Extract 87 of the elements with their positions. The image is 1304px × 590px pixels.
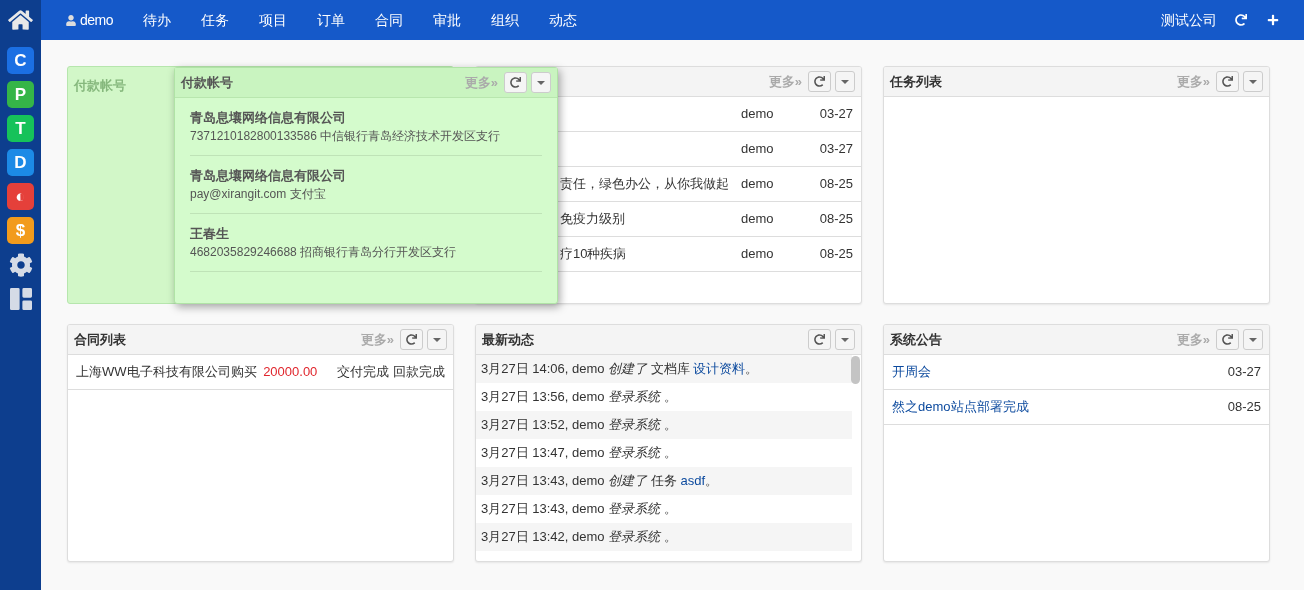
activity-entry: 3月27日 13:56, demo 登录系统 。 xyxy=(481,388,677,407)
caret-icon xyxy=(841,79,849,84)
activity-entry: 3月27日 13:43, demo 登录系统 。 xyxy=(481,500,677,519)
caret-icon xyxy=(433,337,441,342)
settings-icon[interactable] xyxy=(8,253,33,277)
account-detail: 4682035829246688 招商银行青岛分行开发区支行 xyxy=(190,244,458,262)
activity-entry: 3月27日 13:52, demo 登录系统 。 xyxy=(481,416,677,435)
nav-link[interactable]: 订单 xyxy=(317,9,376,31)
nav-link[interactable]: 动态 xyxy=(549,9,608,31)
caret-icon xyxy=(537,80,545,85)
news-title[interactable]: 责任，绿色办公，从你我做起 xyxy=(560,176,729,192)
panel-title: 最新动态 xyxy=(482,330,534,349)
dropdown-button[interactable] xyxy=(835,71,855,92)
nav-link[interactable]: 审批 xyxy=(433,9,492,31)
delivery-status: 交付完成 xyxy=(337,363,389,382)
notice-link[interactable]: 开周会 xyxy=(892,362,931,382)
news-author: demo xyxy=(741,210,775,229)
activity-entry: 3月27日 14:06, demo 创建了 文档库 设计资料。 xyxy=(481,360,759,379)
contract-amount: 20000.00 xyxy=(263,363,319,382)
add-icon[interactable] xyxy=(1267,14,1279,26)
nav-link[interactable]: 项目 xyxy=(259,9,318,31)
nav-link[interactable]: 任务 xyxy=(201,9,260,31)
app-icon[interactable]: C xyxy=(7,47,34,74)
news-date: 08-25 xyxy=(818,175,853,194)
refresh-icon xyxy=(510,77,521,88)
nav-link[interactable]: 组织 xyxy=(491,9,550,31)
panel-title: 合同列表 xyxy=(74,330,126,349)
news-author: demo xyxy=(741,175,775,194)
caret-icon xyxy=(1249,79,1257,84)
user-menu[interactable]: demo xyxy=(66,9,114,31)
panel-title: 付款帐号 xyxy=(181,73,233,92)
dropdown-button[interactable] xyxy=(531,72,551,93)
home-icon[interactable] xyxy=(8,9,33,31)
refresh-icon xyxy=(814,76,825,87)
account-name: 青岛息壤网络信息有限公司 xyxy=(190,166,347,185)
app-icon[interactable]: D xyxy=(7,149,34,176)
news-date: 03-27 xyxy=(818,105,853,124)
activity-link[interactable]: asdf xyxy=(680,473,705,489)
account-name: 青岛息壤网络信息有限公司 xyxy=(190,108,347,127)
account-name: 王春生 xyxy=(190,224,230,243)
dragged-panel[interactable]: 付款帐号 更多» 青岛息壤网络信息有限公司 7371210182800133586 中信银行青岛经济技术开发区支行 青岛息壤网络信息有限公司 pay@xirangit.com 支付宝 王春生 4682035829246688 招商银行青岛分行开发区支行 xyxy=(174,67,558,304)
refresh-button[interactable] xyxy=(400,329,423,350)
refresh-button[interactable] xyxy=(504,72,527,93)
caret-icon xyxy=(1249,337,1257,342)
news-author: demo xyxy=(741,105,775,124)
app-icon[interactable]: ◐ xyxy=(7,183,34,210)
dropdown-button[interactable] xyxy=(835,329,855,350)
notice-date: 08-25 xyxy=(1227,398,1261,417)
news-author: demo xyxy=(741,245,775,264)
activity-entry: 3月27日 13:42, demo 登录系统 。 xyxy=(481,528,677,547)
activity-entry: 3月27日 13:47, demo 登录系统 。 xyxy=(481,444,677,463)
refresh-button[interactable] xyxy=(808,71,831,92)
grid-icon[interactable] xyxy=(7,288,34,310)
activity-link[interactable]: 设计资料 xyxy=(693,361,746,377)
refresh-icon xyxy=(814,334,825,345)
nav-link[interactable]: 合同 xyxy=(375,9,434,31)
refresh-button[interactable] xyxy=(1216,329,1239,350)
news-title[interactable]: 免疫力级别 xyxy=(560,211,625,227)
contract-name[interactable]: 上海WW电子科技有限公司购买 xyxy=(76,362,264,382)
refresh-button[interactable] xyxy=(808,329,831,350)
news-author: demo xyxy=(741,140,775,159)
user-icon xyxy=(66,14,76,26)
notice-link[interactable]: 然之demo站点部署完成 xyxy=(892,397,1029,417)
caret-icon xyxy=(841,337,849,342)
panel-title: 任务列表 xyxy=(890,72,942,91)
refresh-icon xyxy=(1222,334,1233,345)
company-link[interactable]: 测试公司 xyxy=(1161,9,1217,31)
account-detail: pay@xirangit.com 支付宝 xyxy=(190,186,327,204)
dropdown-button[interactable] xyxy=(427,329,447,350)
refresh-button[interactable] xyxy=(1216,71,1239,92)
panel-title: 系统公告 xyxy=(890,330,942,349)
refresh-icon[interactable] xyxy=(1235,14,1247,26)
nav-link[interactable]: 待办 xyxy=(143,9,202,31)
refresh-icon xyxy=(1222,76,1233,87)
news-title[interactable]: 疗10种疾病 xyxy=(560,246,627,262)
notice-date: 03-27 xyxy=(1227,363,1261,382)
activity-entry: 3月27日 13:43, demo 创建了 任务 asdf。 xyxy=(481,472,718,491)
account-detail: 7371210182800133586 中信银行青岛经济技术开发区支行 xyxy=(190,128,502,146)
refresh-icon xyxy=(406,334,417,345)
dropdown-button[interactable] xyxy=(1243,71,1263,92)
news-date: 08-25 xyxy=(818,210,853,229)
placeholder-title: 付款帐号 xyxy=(74,78,126,93)
payment-status: 回款完成 xyxy=(393,363,445,382)
news-date: 03-27 xyxy=(818,140,853,159)
dropdown-button[interactable] xyxy=(1243,329,1263,350)
news-date: 08-25 xyxy=(818,245,853,264)
scrollbar-thumb[interactable] xyxy=(851,356,860,384)
